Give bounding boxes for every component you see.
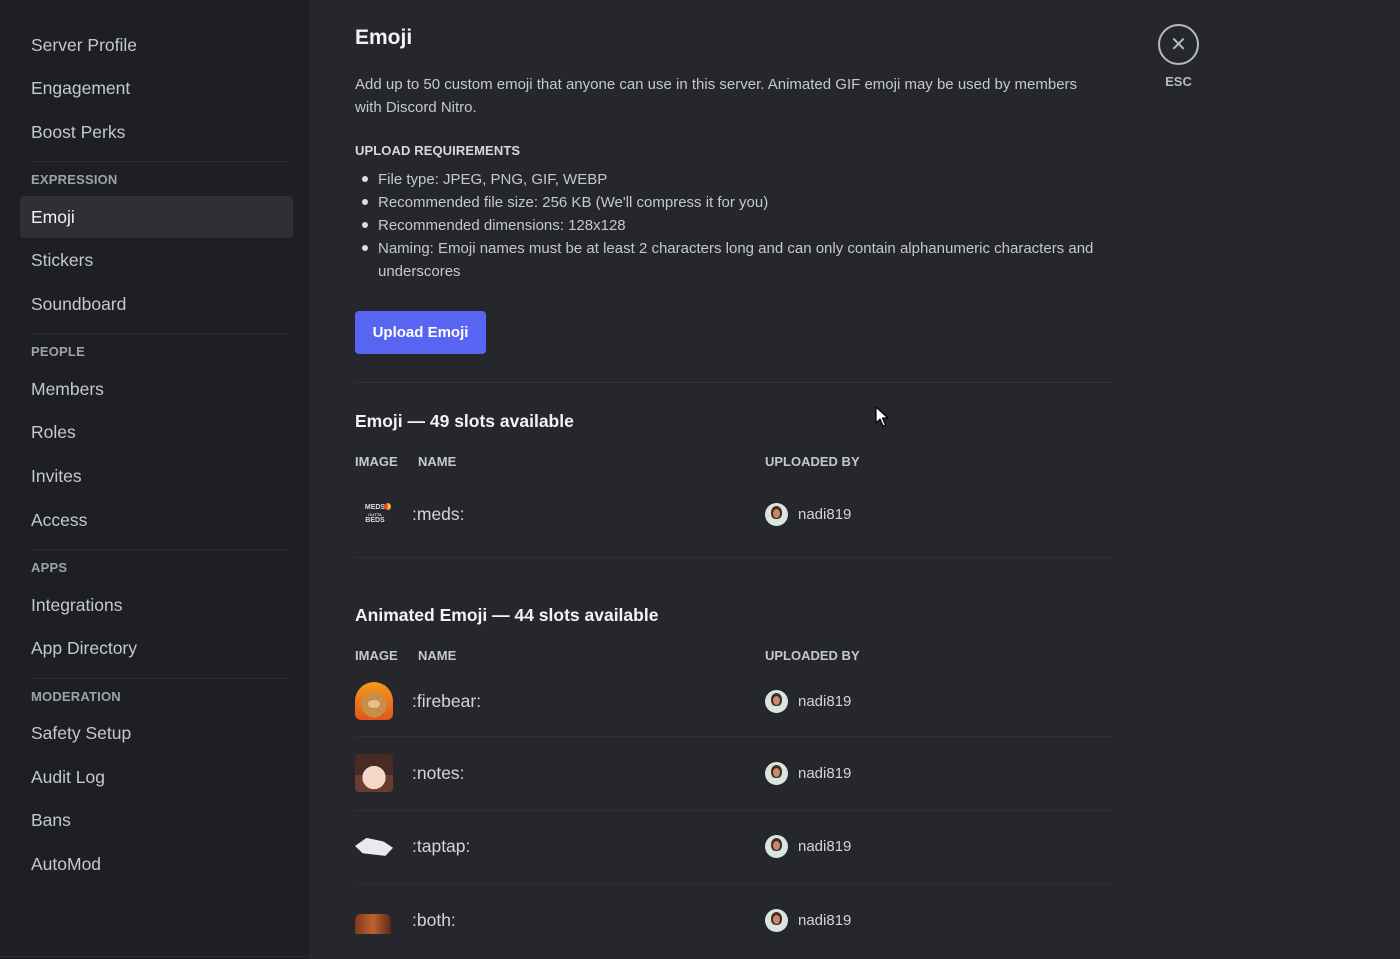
column-header-name: NAME bbox=[418, 454, 457, 469]
requirement-dimensions: Recommended dimensions: 128x128 bbox=[355, 214, 1112, 237]
mouse-cursor-icon bbox=[875, 406, 889, 427]
requirement-naming: Naming: Emoji names must be at least 2 c… bbox=[355, 237, 1112, 283]
sidebar-item-roles[interactable]: Roles bbox=[20, 412, 293, 454]
column-header-image: IMAGE bbox=[355, 454, 398, 469]
emoji-name: :taptap: bbox=[412, 836, 471, 857]
uploader-name: nadi819 bbox=[798, 912, 852, 930]
emoji-section-title: Emoji — 49 slots available bbox=[355, 411, 574, 431]
emoji-image bbox=[355, 908, 412, 934]
sidebar-item-emoji[interactable]: Emoji bbox=[20, 196, 293, 239]
section-divider bbox=[355, 382, 1112, 383]
close-button[interactable]: ✕ bbox=[1158, 24, 1199, 65]
uploader-name: nadi819 bbox=[798, 506, 852, 523]
upload-requirements-list: File type: JPEG, PNG, GIF, WEBP Recommen… bbox=[355, 168, 1112, 283]
sidebar-item-invites[interactable]: Invites bbox=[20, 456, 293, 498]
animated-emoji-table-header: IMAGE NAME UPLOADED BY bbox=[355, 648, 1112, 666]
both-emoji-icon bbox=[355, 913, 391, 934]
close-settings: ✕ ESC bbox=[1158, 24, 1199, 89]
emoji-row[interactable]: MEDS OUTTA BEDS :meds: nadi819 bbox=[355, 472, 1112, 558]
sidebar-item-bans[interactable]: Bans bbox=[20, 800, 293, 842]
sidebar-item-members[interactable]: Members bbox=[20, 368, 293, 410]
column-header-name: NAME bbox=[418, 648, 457, 663]
emoji-uploader: nadi819 bbox=[765, 761, 852, 785]
avatar bbox=[765, 689, 788, 713]
page-description: Add up to 50 custom emoji that anyone ca… bbox=[355, 76, 1078, 116]
animated-emoji-row[interactable]: :notes: nadi819 bbox=[355, 737, 1112, 811]
emoji-image bbox=[355, 754, 412, 793]
avatar bbox=[765, 761, 788, 785]
taptap-emoji-icon bbox=[355, 837, 393, 856]
meds-emoji-icon: MEDS OUTTA BEDS bbox=[357, 501, 393, 529]
app-window: Server Profile Engagement Boost Perks EX… bbox=[0, 0, 1400, 959]
sidebar-divider bbox=[31, 549, 289, 551]
avatar bbox=[765, 503, 788, 526]
sidebar-item-app-directory[interactable]: App Directory bbox=[20, 628, 293, 670]
sidebar-item-safety-setup[interactable]: Safety Setup bbox=[20, 713, 293, 755]
column-header-uploaded-by: UPLOADED BY bbox=[765, 648, 860, 663]
firebear-emoji-icon bbox=[355, 682, 393, 720]
animated-emoji-section-title: Animated Emoji — 44 slots available bbox=[355, 605, 659, 625]
page-title: Emoji bbox=[355, 26, 413, 49]
uploader-name: nadi819 bbox=[798, 764, 852, 782]
sidebar-header-moderation: MODERATION bbox=[31, 688, 121, 704]
emoji-name: :notes: bbox=[412, 762, 465, 783]
upload-emoji-button[interactable]: Upload Emoji bbox=[355, 311, 486, 354]
emoji-image: MEDS OUTTA BEDS bbox=[355, 501, 412, 529]
requirement-file-size: Recommended file size: 256 KB (We'll com… bbox=[355, 191, 1112, 214]
animated-emoji-row[interactable]: :taptap: nadi819 bbox=[355, 811, 1112, 885]
sidebar-item-engagement[interactable]: Engagement bbox=[20, 68, 293, 110]
sidebar-header-people: PEOPLE bbox=[31, 344, 85, 360]
esc-label: ESC bbox=[1165, 74, 1192, 89]
avatar bbox=[765, 835, 788, 859]
column-header-image: IMAGE bbox=[355, 648, 398, 663]
sidebar-item-soundboard[interactable]: Soundboard bbox=[20, 283, 293, 325]
requirement-file-type: File type: JPEG, PNG, GIF, WEBP bbox=[355, 168, 1112, 191]
emoji-name: :firebear: bbox=[412, 690, 482, 711]
sidebar-header-apps: APPS bbox=[31, 560, 68, 576]
sidebar-item-access[interactable]: Access bbox=[20, 499, 293, 541]
emoji-uploader: nadi819 bbox=[765, 689, 852, 713]
notes-emoji-icon bbox=[355, 754, 393, 793]
uploader-name: nadi819 bbox=[798, 838, 852, 856]
emoji-image bbox=[355, 837, 412, 856]
emoji-name: :meds: bbox=[412, 504, 465, 524]
sidebar-header-expression: EXPRESSION bbox=[31, 172, 118, 188]
sidebar-divider bbox=[31, 333, 289, 335]
sidebar-item-stickers[interactable]: Stickers bbox=[20, 240, 293, 282]
sidebar-divider bbox=[31, 677, 289, 679]
sidebar-item-automod[interactable]: AutoMod bbox=[20, 844, 293, 886]
sidebar-divider bbox=[0, 956, 309, 957]
column-header-uploaded-by: UPLOADED BY bbox=[765, 454, 860, 469]
animated-emoji-row[interactable]: :both: nadi819 bbox=[355, 884, 1112, 958]
emoji-settings-panel: Emoji Add up to 50 custom emoji that any… bbox=[309, 0, 1400, 959]
sidebar-item-boost-perks[interactable]: Boost Perks bbox=[20, 111, 293, 153]
animated-emoji-row[interactable]: :firebear: nadi819 bbox=[355, 666, 1112, 737]
settings-sidebar: Server Profile Engagement Boost Perks EX… bbox=[0, 0, 309, 959]
sidebar-item-audit-log[interactable]: Audit Log bbox=[20, 756, 293, 798]
emoji-name: :both: bbox=[412, 910, 456, 931]
sidebar-item-integrations[interactable]: Integrations bbox=[20, 584, 293, 626]
close-icon: ✕ bbox=[1170, 34, 1187, 56]
avatar bbox=[765, 909, 788, 933]
emoji-image bbox=[355, 682, 412, 720]
emoji-uploader: nadi819 bbox=[765, 835, 852, 859]
emoji-uploader: nadi819 bbox=[765, 909, 852, 933]
upload-requirements-header: UPLOAD REQUIREMENTS bbox=[355, 143, 521, 158]
emoji-uploader: nadi819 bbox=[765, 503, 851, 526]
uploader-name: nadi819 bbox=[798, 692, 852, 710]
emoji-table-header: IMAGE NAME UPLOADED BY bbox=[355, 454, 1112, 472]
sidebar-divider bbox=[31, 161, 289, 163]
sidebar-item-server-profile[interactable]: Server Profile bbox=[20, 24, 293, 66]
